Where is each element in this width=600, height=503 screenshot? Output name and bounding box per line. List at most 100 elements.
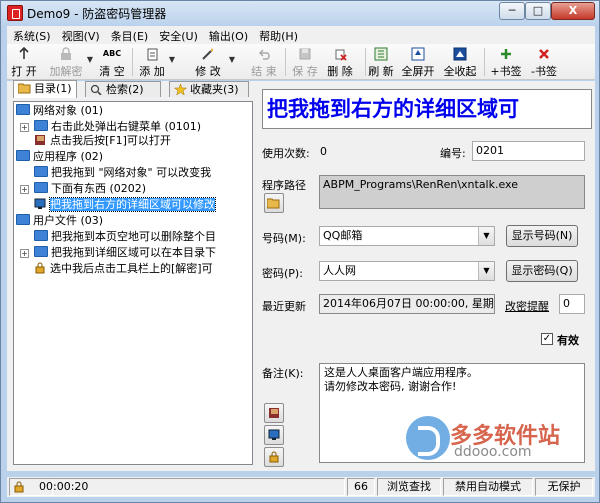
lock-icon <box>269 451 279 463</box>
tree-item[interactable]: 选中我后点击工具栏上的[解密]可 <box>34 262 213 276</box>
menu-system[interactable]: 系统(S) <box>7 26 56 44</box>
close-button[interactable]: X <box>551 2 595 20</box>
wand-icon <box>202 48 213 60</box>
chevron-down-icon[interactable]: ▼ <box>478 227 494 245</box>
folder-open-icon <box>267 198 280 209</box>
notes-book-button[interactable] <box>264 403 284 423</box>
tree-item[interactable]: 下面有东西 (0202) <box>34 182 146 196</box>
browse-path-button[interactable] <box>264 193 284 213</box>
open-icon <box>19 47 29 59</box>
add-button[interactable]: 添 加 ▼ <box>137 45 175 79</box>
minimize-button[interactable]: ─ <box>499 2 525 20</box>
number-field[interactable]: 0201 <box>472 141 585 161</box>
notes-monitor-button[interactable] <box>264 425 284 445</box>
toolbar-separator <box>365 48 366 76</box>
toolbar-separator <box>132 48 133 76</box>
refresh-button[interactable]: 刷 新 <box>368 45 394 79</box>
expand-toggle[interactable]: + <box>20 185 29 194</box>
tree-item[interactable]: 把我拖到详细区域可以在本目录下 <box>34 246 216 260</box>
notes-lock-button[interactable] <box>264 447 284 467</box>
tab-search[interactable]: 检索(2) <box>85 81 161 97</box>
clear-button[interactable]: ABC 清 空 <box>97 45 127 79</box>
remove-bookmark-button[interactable]: -书签 <box>527 45 561 79</box>
menu-help[interactable]: 帮助(H) <box>253 26 303 44</box>
tree-folder-applications[interactable]: 应用程序 (02) <box>16 150 103 164</box>
toolbar-separator <box>285 48 286 76</box>
folder-open-icon <box>18 83 31 94</box>
tree-folder-network[interactable]: 网络对象 (01) <box>16 104 103 118</box>
folder-icon <box>34 246 48 257</box>
end-label: 结 束 <box>251 65 277 78</box>
menu-bar: 系统(S) 视图(V) 条目(E) 安全(U) 输出(O) 帮助(H) <box>7 26 595 44</box>
valid-checkbox[interactable]: ✓ <box>541 333 553 345</box>
chevron-down-icon[interactable]: ▼ <box>478 262 494 280</box>
menu-security[interactable]: 安全(U) <box>153 26 203 44</box>
bookmark-add-icon <box>501 49 511 59</box>
status-browse: 浏览查找 <box>377 478 441 496</box>
tree-item[interactable]: 把我拖到 "网络对象" 可以改变我 <box>34 166 211 180</box>
toolbar-separator <box>484 48 485 76</box>
menu-output[interactable]: 输出(O) <box>203 26 253 44</box>
collapse-all-label: 全收起 <box>443 65 477 78</box>
unlock-button[interactable]: 加解密 ▼ <box>47 45 93 79</box>
directory-tree[interactable]: 网络对象 (01) + 右击此处弹出右键菜单 (0101) 点击我后按[F1]可… <box>13 101 253 465</box>
clear-label: 清 空 <box>99 65 125 78</box>
tree-folder-user-files[interactable]: 用户文件 (03) <box>16 214 103 228</box>
save-label: 保 存 <box>292 65 318 78</box>
tree-item[interactable]: 右击此处弹出右键菜单 (0101) <box>34 120 201 134</box>
tree-item[interactable]: 把我拖到本页空地可以删除整个目 <box>34 230 216 244</box>
collapse-icon <box>453 47 467 61</box>
tab-favorites[interactable]: 收藏夹(3) <box>169 81 249 97</box>
folder-icon <box>16 104 30 115</box>
password-select[interactable]: 人人网 ▼ <box>319 261 495 281</box>
app-icon <box>7 5 23 21</box>
app-window: Demo9 - 防盗密码管理器 ─ □ X 系统(S) 视图(V) 条目(E) 安全(… <box>0 0 600 503</box>
open-button[interactable]: 打 开 <box>9 45 39 79</box>
show-password-button[interactable]: 显示密码(Q) <box>506 260 578 282</box>
maximize-button[interactable]: □ <box>525 2 551 20</box>
full-screen-button[interactable]: 全屏开 <box>399 45 437 79</box>
refresh-label: 刷 新 <box>368 65 394 78</box>
lock-icon <box>14 481 24 493</box>
search-icon <box>90 84 102 95</box>
tree-item[interactable]: 点击我后按[F1]可以打开 <box>34 134 171 148</box>
chevron-down-icon[interactable]: ▼ <box>229 55 235 64</box>
path-field[interactable]: ABPM_Programs\RenRen\xntalk.exe <box>319 175 585 209</box>
updated-field[interactable]: 2014年06月07日 00:00:00, 星期六 <box>319 294 495 314</box>
window-title: Demo9 - 防盗密码管理器 <box>27 7 167 21</box>
lock-icon <box>35 262 45 274</box>
collapse-all-button[interactable]: 全收起 <box>441 45 479 79</box>
chevron-down-icon[interactable]: ▼ <box>87 55 93 64</box>
reminder-field[interactable]: 0 <box>559 294 585 314</box>
folder-icon <box>16 214 30 225</box>
delete-label: 删 除 <box>327 65 353 78</box>
account-select[interactable]: QQ邮箱 ▼ <box>319 226 495 246</box>
menu-entry[interactable]: 条目(E) <box>105 26 154 44</box>
menu-view[interactable]: 视图(V) <box>56 26 105 44</box>
open-label: 打 开 <box>11 65 37 78</box>
tree-item-selected[interactable]: 把我拖到右方的详细区域可以修改 <box>34 197 216 212</box>
end-button[interactable]: 结 束 <box>247 45 281 79</box>
chevron-down-icon[interactable]: ▼ <box>169 55 175 64</box>
abc-icon: ABC <box>102 49 122 58</box>
add-bookmark-button[interactable]: +书签 <box>489 45 523 79</box>
bookmark-remove-icon <box>539 49 549 59</box>
password-value: 人人网 <box>323 264 356 277</box>
delete-button[interactable]: 删 除 <box>320 45 360 79</box>
tab-directory[interactable]: 目录(1) <box>13 80 77 98</box>
reminder-link[interactable]: 改密提醒 <box>505 298 549 314</box>
star-icon <box>174 84 187 95</box>
expand-toggle[interactable]: + <box>20 123 29 132</box>
watermark-en: ddooo.com <box>454 444 532 460</box>
show-account-button[interactable]: 显示号码(N) <box>506 225 578 247</box>
password-label: 密码(P): <box>262 267 303 280</box>
folder-icon <box>16 150 30 161</box>
detail-panel: 把我拖到右方的详细区域可 使用次数: 0 编号: 0201 程序路径 ABPM_… <box>258 81 595 471</box>
add-bookmark-label: +书签 <box>490 65 522 78</box>
modify-button[interactable]: 修 改 ▼ <box>189 45 235 79</box>
expand-toggle[interactable]: + <box>20 249 29 258</box>
status-auto-mode: 禁用自动模式 <box>443 478 533 496</box>
save-button[interactable]: 保 存 <box>290 45 320 79</box>
undo-icon <box>258 49 270 60</box>
notes-label: 备注(K): <box>262 367 304 380</box>
